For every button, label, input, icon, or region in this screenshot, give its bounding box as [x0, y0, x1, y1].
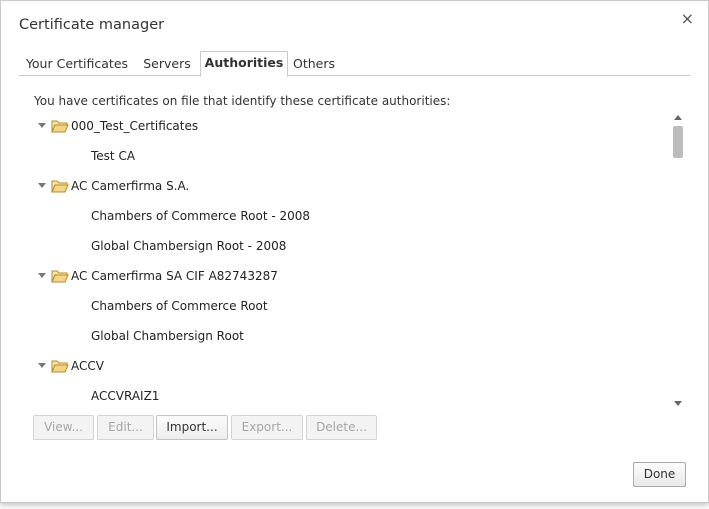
tree-item-label: Chambers of Commerce Root - 2008: [91, 209, 311, 223]
tab-servers[interactable]: Servers: [135, 53, 199, 75]
tree-item-global-chambersign-2008[interactable]: Global Chambersign Root - 2008: [34, 231, 664, 261]
scrollbar-thumb[interactable]: [673, 126, 683, 158]
tree-item-global-chambersign-root[interactable]: Global Chambersign Root: [34, 321, 664, 351]
tree-group-label: AC Camerfirma S.A.: [71, 179, 190, 193]
tree-scrollbar[interactable]: [671, 111, 685, 410]
dialog-title: Certificate manager: [19, 17, 165, 33]
tree-item-label: ACCVRAIZ1: [91, 389, 160, 403]
tree-item-label: Test CA: [91, 149, 136, 163]
tree-group-label: ACCV: [71, 359, 104, 373]
tree-item-chambers-of-commerce-root[interactable]: Chambers of Commerce Root: [34, 291, 664, 321]
folder-open-icon: [51, 180, 69, 193]
tree-item-label: Global Chambersign Root: [91, 329, 244, 343]
tree-item-accvraiz1[interactable]: ACCVRAIZ1: [34, 381, 664, 410]
tree-item-label: Chambers of Commerce Root: [91, 299, 268, 313]
tree-group-accv[interactable]: ACCV: [34, 351, 664, 381]
tab-bar: Your Certificates Servers Authorities Ot…: [19, 51, 690, 77]
tab-your-certificates[interactable]: Your Certificates: [19, 53, 135, 75]
view-button[interactable]: View...: [33, 415, 94, 440]
tab-authorities[interactable]: Authorities: [200, 51, 288, 77]
expand-arrow-icon[interactable]: [38, 123, 46, 128]
expand-arrow-icon[interactable]: [38, 183, 46, 188]
tree-group-label: AC Camerfirma SA CIF A82743287: [71, 269, 278, 283]
certificate-tree[interactable]: 000_Test_Certificates Test CA AC Camerfi…: [34, 111, 687, 410]
folder-open-icon: [51, 360, 69, 373]
folder-open-icon: [51, 120, 69, 133]
folder-open-icon: [51, 270, 69, 283]
delete-button[interactable]: Delete...: [306, 415, 377, 440]
expand-arrow-icon[interactable]: [38, 363, 46, 368]
authorities-description: You have certificates on file that ident…: [34, 94, 451, 108]
scroll-down-icon[interactable]: [674, 401, 682, 406]
edit-button[interactable]: Edit...: [97, 415, 154, 440]
export-button[interactable]: Export...: [231, 415, 303, 440]
done-button[interactable]: Done: [633, 462, 686, 487]
close-icon[interactable]: ×: [681, 11, 694, 27]
tree-item-label: Global Chambersign Root - 2008: [91, 239, 287, 253]
scroll-up-icon[interactable]: [674, 115, 682, 120]
tree-group-ac-camerfirma-sa-cif[interactable]: AC Camerfirma SA CIF A82743287: [34, 261, 664, 291]
tree-item-test-ca[interactable]: Test CA: [34, 141, 664, 171]
import-button[interactable]: Import...: [156, 415, 228, 440]
tree-group-label: 000_Test_Certificates: [71, 119, 199, 133]
tree-group-ac-camerfirma-sa[interactable]: AC Camerfirma S.A.: [34, 171, 664, 201]
expand-arrow-icon[interactable]: [38, 273, 46, 278]
tree-item-chambers-2008[interactable]: Chambers of Commerce Root - 2008: [34, 201, 664, 231]
tab-others[interactable]: Others: [287, 53, 341, 75]
certificate-manager-dialog: Certificate manager × Your Certificates …: [0, 0, 709, 503]
tree-group-000-test-certificates[interactable]: 000_Test_Certificates: [34, 111, 664, 141]
